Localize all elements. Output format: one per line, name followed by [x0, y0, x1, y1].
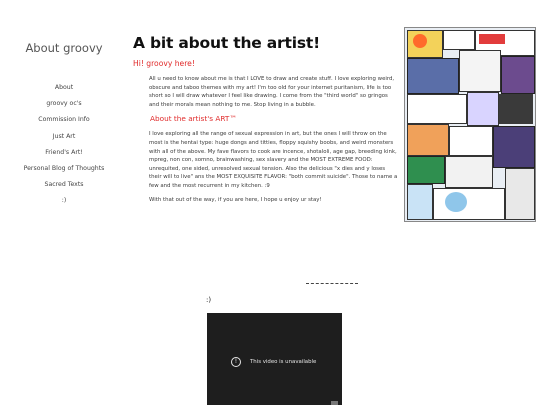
main-content: A bit about the artist! Hi! groovy here!… — [133, 34, 398, 209]
sidebar: About groovy About groovy oc's Commissio… — [10, 40, 118, 212]
nav-item-personal-blog[interactable]: Personal Blog of Thoughts — [10, 163, 118, 179]
nav-item-commission-info[interactable]: Commission Info — [10, 114, 118, 130]
exclamation-circle-icon: ! — [231, 357, 241, 367]
video-embed[interactable]: ! This video is unavailable — [207, 313, 342, 405]
nav-item-friends-art[interactable]: Friend's Art! — [10, 147, 118, 163]
art-heading: About the artist's ART™ — [150, 114, 237, 124]
page-title: A bit about the artist! — [133, 34, 320, 52]
video-unavailable-message: ! This video is unavailable — [231, 357, 316, 367]
art-paragraph: I love exploring all the range of sexual… — [149, 131, 398, 189]
video-logo-icon — [331, 401, 338, 405]
greeting-heading: Hi! groovy here! — [133, 59, 195, 68]
intro-paragraph: All u need to know about me is that I LO… — [149, 76, 395, 108]
site-title: About groovy — [25, 41, 103, 55]
nav-item-groovy-ocs[interactable]: groovy oc's — [10, 98, 118, 114]
video-unavailable-text: This video is unavailable — [250, 359, 317, 365]
smiley-text: :) — [206, 296, 212, 304]
nav-item-smiley[interactable]: :) — [10, 195, 118, 211]
nav-item-about[interactable]: About — [10, 82, 118, 98]
artwork-collage-image — [404, 27, 536, 222]
divider-line — [306, 283, 358, 285]
closing-paragraph: With that out of the way, if you are her… — [149, 196, 322, 203]
nav-item-sacred-texts[interactable]: Sacred Texts — [10, 179, 118, 195]
nav-item-just-art[interactable]: Just Art — [10, 131, 118, 147]
